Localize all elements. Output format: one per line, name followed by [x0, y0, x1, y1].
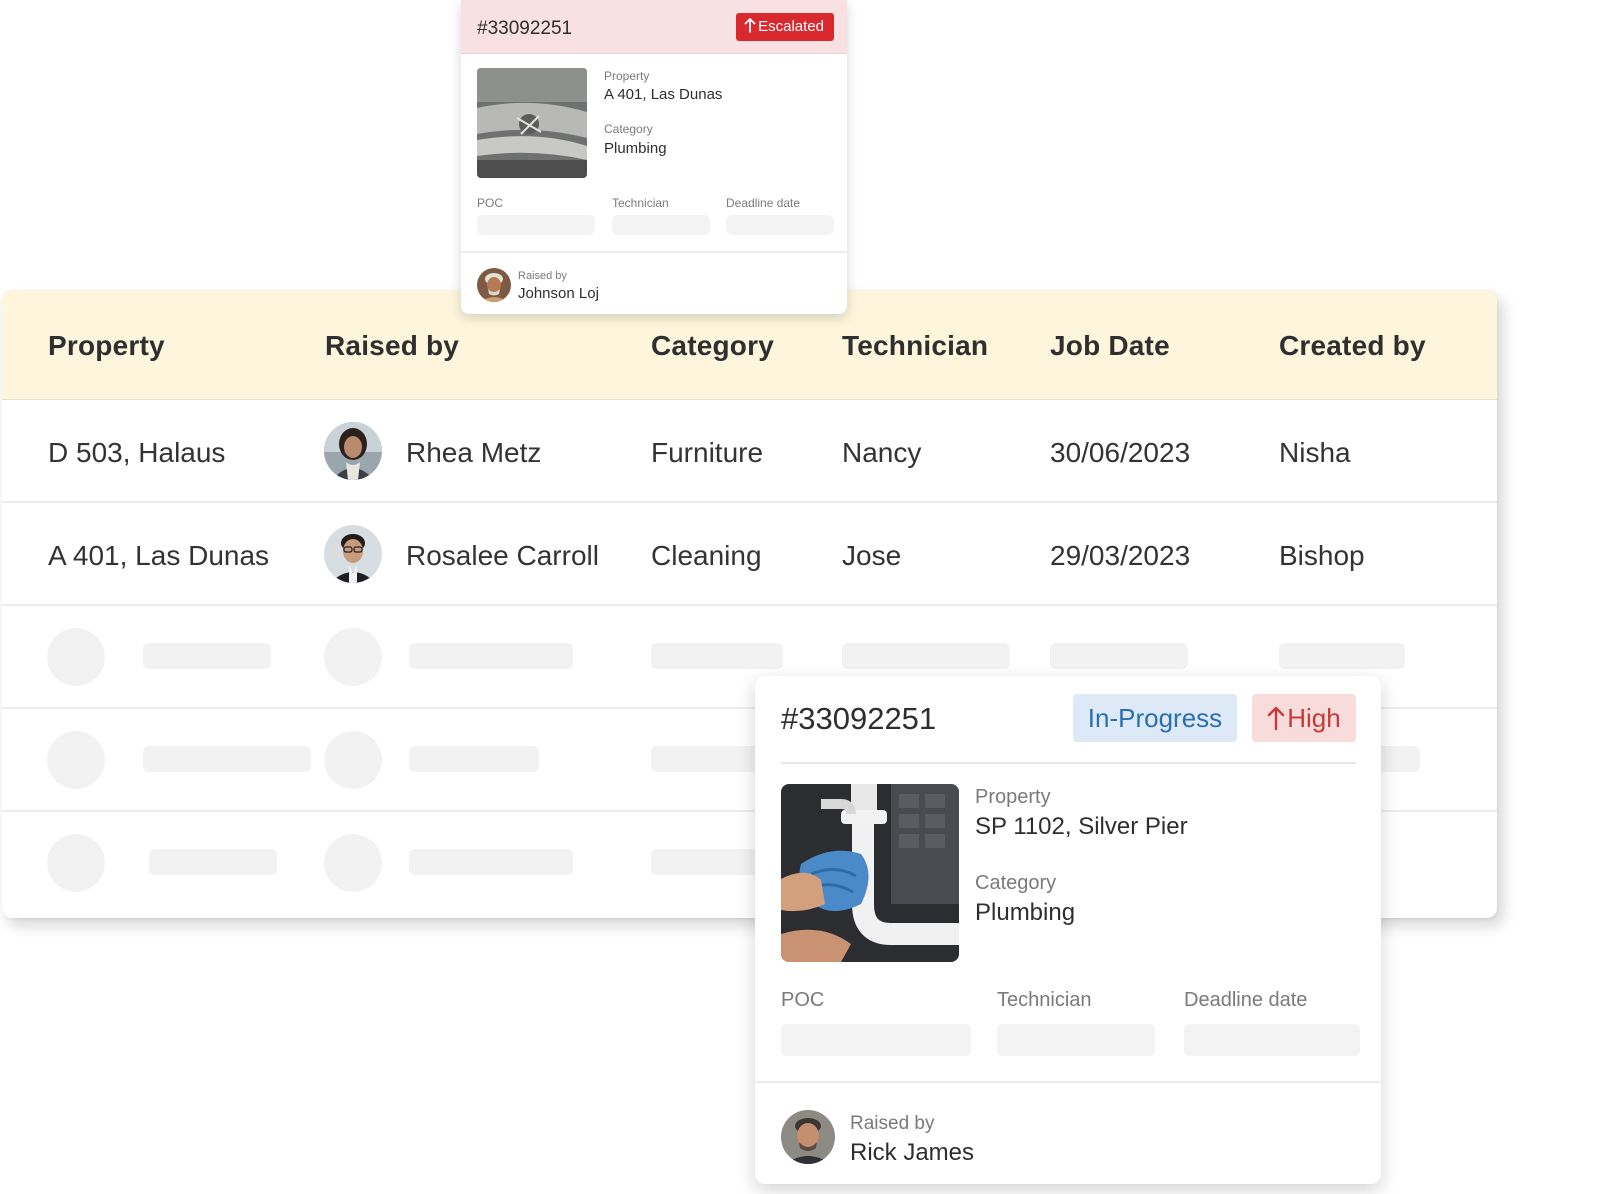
skeleton-bar	[149, 849, 277, 875]
ticket-id: #33092251	[781, 701, 937, 736]
cell-technician: Jose	[842, 540, 902, 571]
avatar	[477, 268, 511, 302]
cell-property: D 503, Halaus	[48, 437, 226, 468]
cell-property: A 401, Las Dunas	[48, 540, 270, 571]
cell-job-date: 29/03/2023	[1050, 540, 1191, 571]
skeleton-bar	[409, 849, 573, 875]
raised-by-name: Rick James	[850, 1139, 975, 1166]
raised-by-label: Raised by	[518, 270, 567, 282]
deadline-field[interactable]	[726, 215, 834, 235]
skeleton-bar	[409, 643, 573, 669]
category-label: Category	[604, 122, 653, 136]
category-value: Plumbing	[604, 140, 667, 157]
ticket-card-small[interactable]: #33092251 Escalated Property A 401, Las …	[461, 0, 847, 314]
column-header-raised-by[interactable]: Raised by	[325, 330, 459, 362]
category-label: Category	[975, 872, 1057, 894]
status-badge[interactable]: Escalated	[736, 13, 834, 41]
ticket-card-large[interactable]: #33092251 In-Progress High Property SP 1…	[755, 676, 1381, 1184]
app-canvas: Property Raised by Category Technician J…	[0, 0, 1608, 1194]
skeleton-bar	[143, 643, 271, 669]
cell-technician: Nancy	[842, 437, 922, 468]
divider	[461, 251, 847, 253]
skeleton-bar	[1279, 643, 1405, 669]
skeleton-avatar	[324, 834, 382, 892]
column-header-property[interactable]: Property	[48, 330, 165, 362]
plumbing-photo	[781, 784, 959, 962]
skeleton-bar	[842, 643, 1010, 669]
skeleton-avatar	[47, 628, 105, 686]
priority-chip[interactable]: High	[1252, 694, 1356, 742]
skeleton-avatar	[324, 731, 382, 789]
property-value: A 401, Las Dunas	[604, 86, 723, 103]
skeleton-avatar	[324, 628, 382, 686]
technician-label: Technician	[612, 196, 669, 210]
cell-category: Furniture	[651, 437, 764, 468]
arrow-up-icon	[1267, 706, 1285, 730]
cell-job-date: 30/06/2023	[1050, 437, 1191, 468]
cell-created-by: Bishop	[1279, 540, 1365, 571]
column-header-created-by[interactable]: Created by	[1279, 330, 1426, 362]
column-header-job-date[interactable]: Job Date	[1050, 330, 1170, 362]
technician-field[interactable]	[612, 215, 710, 235]
column-header-category[interactable]: Category	[651, 330, 774, 362]
priority-chip-label: High	[1287, 703, 1341, 733]
status-badge-label: Escalated	[758, 18, 824, 35]
deadline-field[interactable]	[1184, 1024, 1360, 1056]
skeleton-avatar	[47, 834, 105, 892]
ticket-id: #33092251	[477, 18, 573, 39]
raised-by-label: Raised by	[850, 1113, 935, 1134]
skeleton-bar	[651, 643, 783, 669]
cell-category: Cleaning	[651, 540, 762, 571]
skeleton-bar	[1050, 643, 1188, 669]
avatar	[324, 422, 382, 480]
column-header-technician[interactable]: Technician	[842, 330, 988, 362]
property-label: Property	[604, 69, 650, 83]
raised-by-name: Johnson Loj	[518, 285, 599, 302]
table-row[interactable]: D 503, Halaus Rhea Metz Furniture Nancy …	[2, 400, 1497, 503]
poc-label: POC	[781, 989, 825, 1011]
skeleton-avatar	[47, 731, 105, 789]
category-value: Plumbing	[975, 899, 1076, 926]
avatar	[324, 525, 382, 583]
cell-raised-by: Rosalee Carroll	[406, 540, 599, 571]
cell-raised-by: Rhea Metz	[406, 437, 542, 468]
ticket-card-header: #33092251 Escalated	[461, 0, 847, 54]
avatar	[781, 1110, 835, 1164]
arrow-up-icon	[744, 18, 756, 33]
plumbing-photo	[477, 68, 587, 178]
poc-field[interactable]	[781, 1024, 971, 1056]
skeleton-bar	[143, 746, 311, 772]
poc-field[interactable]	[477, 215, 595, 235]
property-value: SP 1102, Silver Pier	[975, 813, 1188, 840]
cell-created-by: Nisha	[1279, 437, 1351, 468]
technician-field[interactable]	[997, 1024, 1155, 1056]
divider	[781, 762, 1356, 764]
poc-label: POC	[477, 196, 504, 210]
skeleton-bar	[409, 746, 539, 772]
technician-label: Technician	[997, 989, 1092, 1011]
deadline-label: Deadline date	[1184, 989, 1308, 1011]
status-chip[interactable]: In-Progress	[1073, 694, 1237, 742]
property-label: Property	[975, 786, 1051, 808]
table-row[interactable]: A 401, Las Dunas Rosalee Carroll Cleanin…	[2, 503, 1497, 606]
deadline-label: Deadline date	[726, 196, 801, 210]
divider	[755, 1081, 1381, 1083]
